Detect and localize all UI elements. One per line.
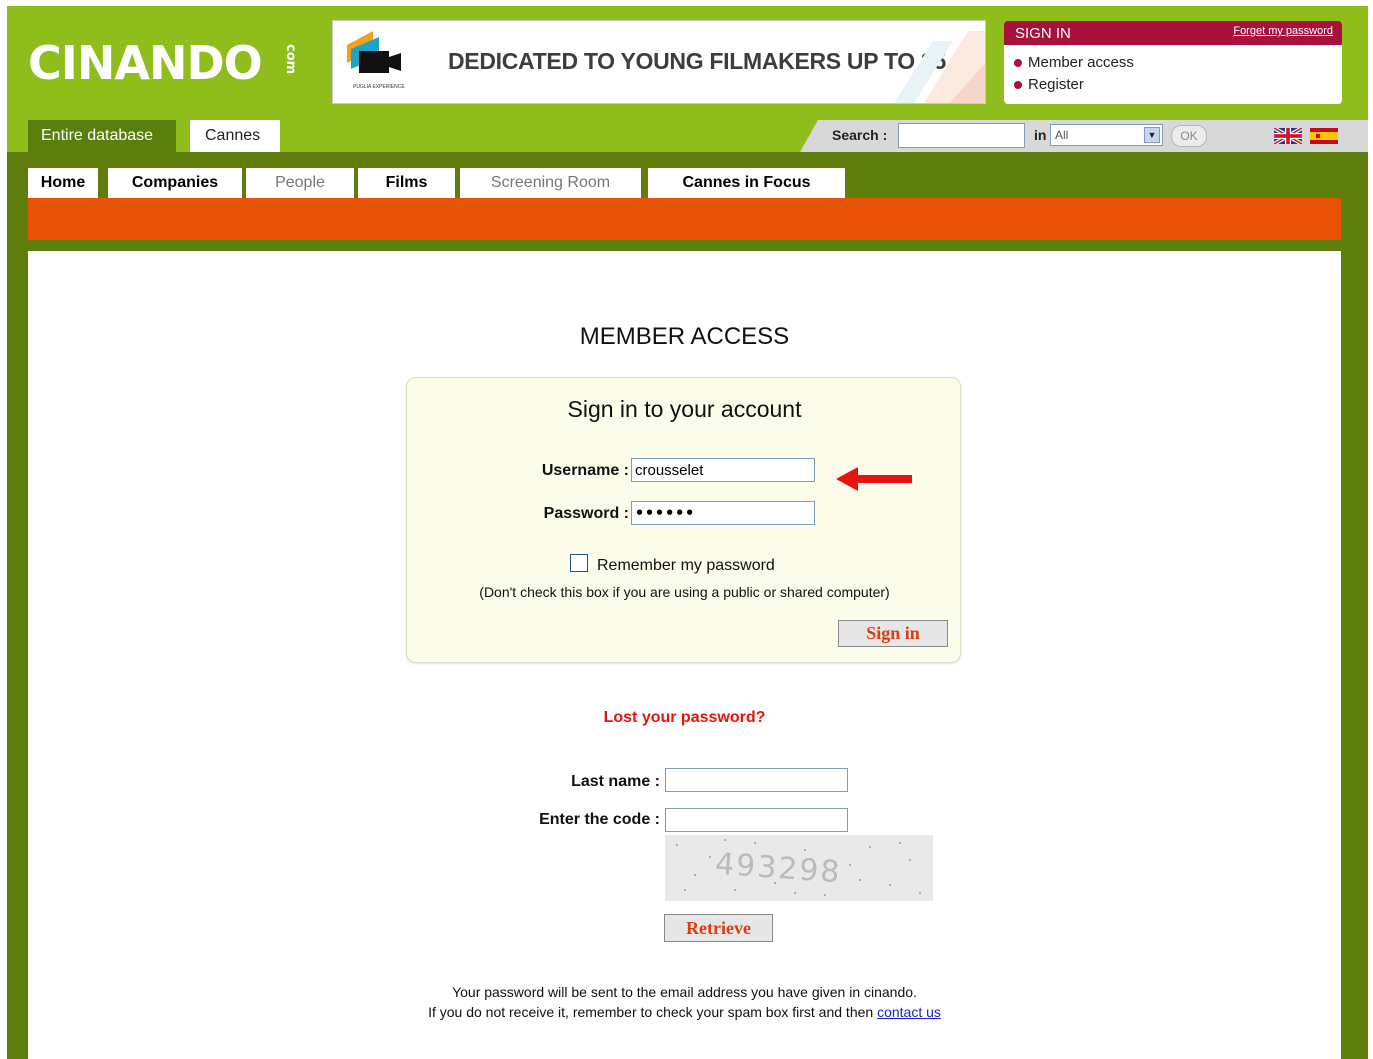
spam-info-label: If you do not receive it, remember to ch… <box>428 1004 878 1020</box>
ad-banner[interactable]: PUGLIA EXPERIENCE DEDICATED TO YOUNG FIL… <box>332 20 986 104</box>
remember-note: (Don't check this box if you are using a… <box>479 584 890 600</box>
password-info-text: Your password will be sent to the email … <box>452 984 917 1000</box>
signin-panel-header: SIGN IN Forget my password <box>1004 21 1342 45</box>
spam-info-text: If you do not receive it, remember to ch… <box>28 1004 1341 1020</box>
code-input[interactable] <box>665 808 848 832</box>
nav-screening-room[interactable]: Screening Room <box>460 168 641 198</box>
spain-flag-icon[interactable] <box>1310 128 1338 144</box>
last-name-input[interactable] <box>665 768 848 792</box>
nav-cannes-in-focus[interactable]: Cannes in Focus <box>648 168 845 198</box>
password-input[interactable] <box>631 501 815 525</box>
lost-password-link[interactable]: Lost your password? <box>28 709 1341 727</box>
remember-label: Remember my password <box>597 557 775 574</box>
banner-logo-caption: PUGLIA EXPERIENCE <box>353 84 405 90</box>
contact-us-link[interactable]: contact us <box>877 1004 941 1020</box>
nav-people[interactable]: People <box>246 168 354 198</box>
logo-com-suffix: com <box>283 44 298 75</box>
arrow-left-icon <box>836 467 912 491</box>
bullet-icon <box>1014 80 1022 89</box>
sign-in-button[interactable]: Sign in <box>838 620 948 647</box>
search-scope-label: in <box>1034 127 1047 143</box>
search-ok-button[interactable]: OK <box>1171 125 1207 147</box>
tab-cannes[interactable]: Cannes <box>190 120 280 152</box>
signin-panel: SIGN IN Forget my password Member access… <box>1004 21 1342 104</box>
puglia-experience-logo: PUGLIA EXPERIENCE <box>347 31 409 90</box>
orange-subnav-bar <box>28 198 1341 240</box>
main-content: MEMBER ACCESS Sign in to your account Us… <box>28 251 1341 1059</box>
signin-panel-title: SIGN IN <box>1015 25 1071 42</box>
tab-entire-database[interactable]: Entire database <box>28 120 176 152</box>
forget-password-link[interactable]: Forget my password <box>1233 25 1333 37</box>
search-input[interactable] <box>898 123 1025 148</box>
banner-decoration <box>894 31 985 103</box>
code-label: Enter the code : <box>539 811 660 828</box>
nav-companies[interactable]: Companies <box>108 168 242 198</box>
remember-checkbox[interactable] <box>570 554 588 572</box>
last-name-label: Last name : <box>571 773 660 790</box>
login-panel: Sign in to your account Username : Passw… <box>406 377 961 663</box>
cinando-logo[interactable]: CINANDO <box>28 38 263 88</box>
retrieve-button[interactable]: Retrieve <box>664 914 773 942</box>
username-label: Username : <box>541 462 629 479</box>
uk-flag-icon[interactable] <box>1274 128 1302 144</box>
captcha-image: 493298 <box>665 835 933 901</box>
member-access-link[interactable]: Member access <box>1014 54 1134 71</box>
register-link[interactable]: Register <box>1014 76 1084 93</box>
login-title: Sign in to your account <box>567 396 802 422</box>
search-scope-value: All <box>1055 128 1069 142</box>
nav-home[interactable]: Home <box>28 168 98 198</box>
nav-films[interactable]: Films <box>358 168 455 198</box>
bullet-icon <box>1014 58 1022 67</box>
chevron-down-icon[interactable]: ▼ <box>1144 127 1160 143</box>
page-title: MEMBER ACCESS <box>579 323 790 350</box>
username-input[interactable] <box>631 458 815 482</box>
register-label: Register <box>1028 76 1084 93</box>
member-access-label: Member access <box>1028 54 1134 71</box>
password-label: Password : <box>543 505 629 522</box>
search-scope-select[interactable]: All ▼ <box>1050 124 1163 146</box>
search-label: Search : <box>832 127 888 143</box>
banner-text: DEDICATED TO YOUNG FILMAKERS UP TO 35 <box>448 48 946 74</box>
